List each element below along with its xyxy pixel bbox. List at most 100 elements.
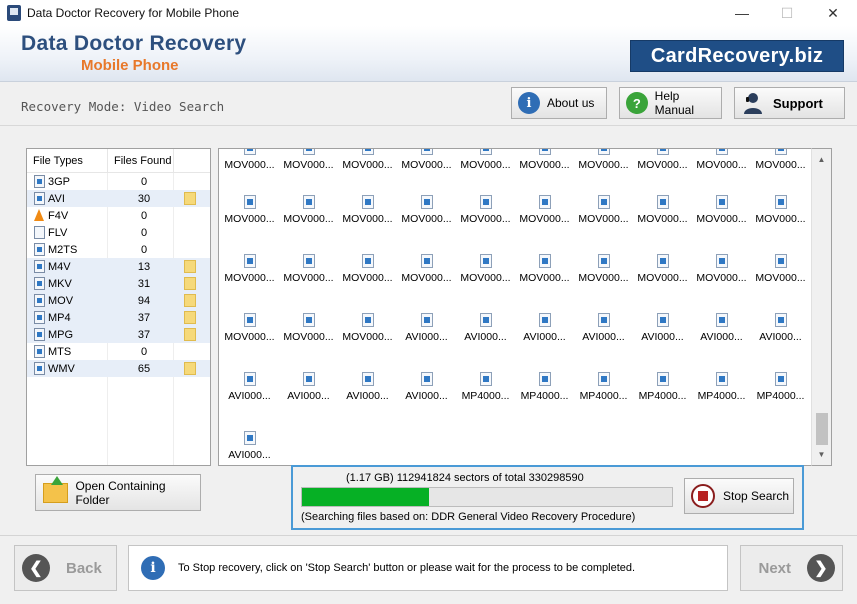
files-found-column-header[interactable]: Files Found (107, 149, 173, 173)
recovered-file-item[interactable]: MOV000... (279, 149, 338, 181)
file-type-row[interactable]: MOV 94 (27, 292, 210, 309)
recovered-file-item[interactable]: AVI000... (338, 372, 397, 412)
recovered-file-item[interactable]: MOV000... (220, 195, 279, 235)
file-type-row[interactable]: AVI 30 (27, 190, 210, 207)
recovered-file-item[interactable]: MP4000... (751, 372, 810, 412)
about-us-button[interactable]: i About us (511, 87, 607, 119)
file-types-column-header[interactable]: File Types (27, 155, 107, 167)
recovered-file-item[interactable]: MOV000... (397, 254, 456, 294)
recovered-file-item[interactable]: AVI000... (633, 313, 692, 353)
recovered-file-item[interactable]: MP4000... (456, 372, 515, 412)
recovered-file-item[interactable]: AVI000... (692, 313, 751, 353)
folder-icon[interactable] (184, 362, 196, 375)
open-containing-folder-button[interactable]: Open Containing Folder (35, 474, 201, 511)
folder-icon[interactable] (184, 311, 196, 324)
recovered-file-item[interactable]: AVI000... (279, 372, 338, 412)
recovered-file-item[interactable]: AVI000... (751, 313, 810, 353)
file-type-name: FLV (48, 226, 68, 239)
video-file-icon (34, 294, 45, 307)
video-file-icon (656, 313, 669, 327)
file-type-row[interactable]: FLV 0 (27, 224, 210, 241)
recovered-file-item[interactable]: MOV000... (574, 254, 633, 294)
recovered-file-item[interactable]: MOV000... (456, 254, 515, 294)
file-type-row[interactable]: MPG 37 (27, 326, 210, 343)
recovered-file-item[interactable]: MP4000... (515, 372, 574, 412)
recovered-file-name: AVI000... (464, 331, 507, 343)
recovered-file-item[interactable]: MOV000... (633, 149, 692, 181)
recovered-file-item[interactable]: MOV000... (515, 149, 574, 181)
file-type-row[interactable]: M2TS 0 (27, 241, 210, 258)
folder-icon[interactable] (184, 192, 196, 205)
recovered-file-item[interactable]: MOV000... (338, 149, 397, 181)
file-type-row[interactable]: MTS 0 (27, 343, 210, 360)
recovered-file-item[interactable]: MOV000... (751, 254, 810, 294)
recovered-file-item[interactable]: MOV000... (220, 149, 279, 181)
help-manual-button[interactable]: ? Help Manual (619, 87, 722, 119)
recovered-file-item[interactable]: MOV000... (515, 195, 574, 235)
recovered-file-item[interactable]: MOV000... (279, 195, 338, 235)
recovered-file-item[interactable]: MP4000... (574, 372, 633, 412)
scroll-down-arrow-icon[interactable]: ▼ (812, 446, 831, 463)
recovered-file-item[interactable]: MOV000... (515, 254, 574, 294)
file-type-row[interactable]: MKV 31 (27, 275, 210, 292)
recovered-file-item[interactable]: MOV000... (397, 195, 456, 235)
file-type-row[interactable]: 3GP 0 (27, 173, 210, 190)
folder-icon[interactable] (184, 294, 196, 307)
close-button[interactable]: ✕ (810, 0, 856, 26)
recovered-file-item[interactable]: MOV000... (338, 195, 397, 235)
recovered-file-item[interactable]: MOV000... (692, 195, 751, 235)
video-file-icon (715, 149, 728, 155)
video-file-icon (774, 195, 787, 209)
file-type-count: 65 (137, 362, 151, 375)
video-file-icon (302, 313, 315, 327)
recovered-file-item[interactable]: AVI000... (397, 372, 456, 412)
recovered-file-item[interactable]: MOV000... (574, 195, 633, 235)
recovered-file-item[interactable]: MOV000... (633, 195, 692, 235)
folder-icon[interactable] (184, 260, 196, 273)
stop-search-button[interactable]: Stop Search (684, 478, 794, 514)
scroll-thumb[interactable] (816, 413, 828, 445)
file-type-row[interactable]: MP4 37 (27, 309, 210, 326)
recovered-file-name: MOV000... (519, 159, 570, 171)
folder-icon[interactable] (184, 277, 196, 290)
next-button[interactable]: Next ❯ (740, 545, 843, 591)
recovered-file-item[interactable]: MOV000... (220, 254, 279, 294)
recovered-file-item[interactable]: MOV000... (692, 149, 751, 181)
recovered-file-item[interactable]: MOV000... (397, 149, 456, 181)
recovered-file-item[interactable]: MOV000... (338, 254, 397, 294)
recovered-file-item[interactable]: MOV000... (279, 313, 338, 353)
recovered-file-name: MOV000... (283, 159, 334, 171)
folder-icon[interactable] (184, 328, 196, 341)
recovered-file-item[interactable]: MOV000... (574, 149, 633, 181)
recovered-file-item[interactable]: AVI000... (574, 313, 633, 353)
recovered-file-item[interactable]: AVI000... (456, 313, 515, 353)
recovered-file-item[interactable]: MOV000... (633, 254, 692, 294)
recovered-file-item[interactable]: MOV000... (220, 313, 279, 353)
file-type-row[interactable]: F4V 0 (27, 207, 210, 224)
recovered-file-item[interactable]: MOV000... (338, 313, 397, 353)
back-button[interactable]: ❮ Back (14, 545, 117, 591)
file-type-row[interactable]: M4V 13 (27, 258, 210, 275)
file-type-name: WMV (48, 362, 75, 375)
recovered-file-item[interactable]: MOV000... (751, 195, 810, 235)
recovered-file-item[interactable]: AVI000... (397, 313, 456, 353)
recovered-file-item[interactable]: AVI000... (515, 313, 574, 353)
recovered-file-item[interactable]: MOV000... (279, 254, 338, 294)
support-button[interactable]: Support (734, 87, 845, 119)
recovered-file-item[interactable]: MP4000... (692, 372, 751, 412)
recovered-file-item[interactable]: MOV000... (751, 149, 810, 181)
next-arrow-icon: ❯ (807, 554, 835, 582)
recovered-file-item[interactable]: AVI000... (220, 431, 279, 465)
recovered-file-item[interactable]: MP4000... (633, 372, 692, 412)
file-type-row[interactable]: WMV 65 (27, 360, 210, 377)
minimize-button[interactable]: — (719, 0, 765, 26)
recovered-file-name: MOV000... (224, 213, 275, 225)
recovered-file-item[interactable]: MOV000... (456, 149, 515, 181)
recovered-file-item[interactable]: AVI000... (220, 372, 279, 412)
recovered-file-item[interactable]: MOV000... (692, 254, 751, 294)
maximize-button[interactable]: ☐ (764, 0, 810, 26)
file-type-count: 0 (140, 243, 148, 256)
recovered-file-item[interactable]: MOV000... (456, 195, 515, 235)
results-scrollbar[interactable]: ▲ ▼ (811, 148, 832, 466)
scroll-up-arrow-icon[interactable]: ▲ (812, 151, 831, 168)
